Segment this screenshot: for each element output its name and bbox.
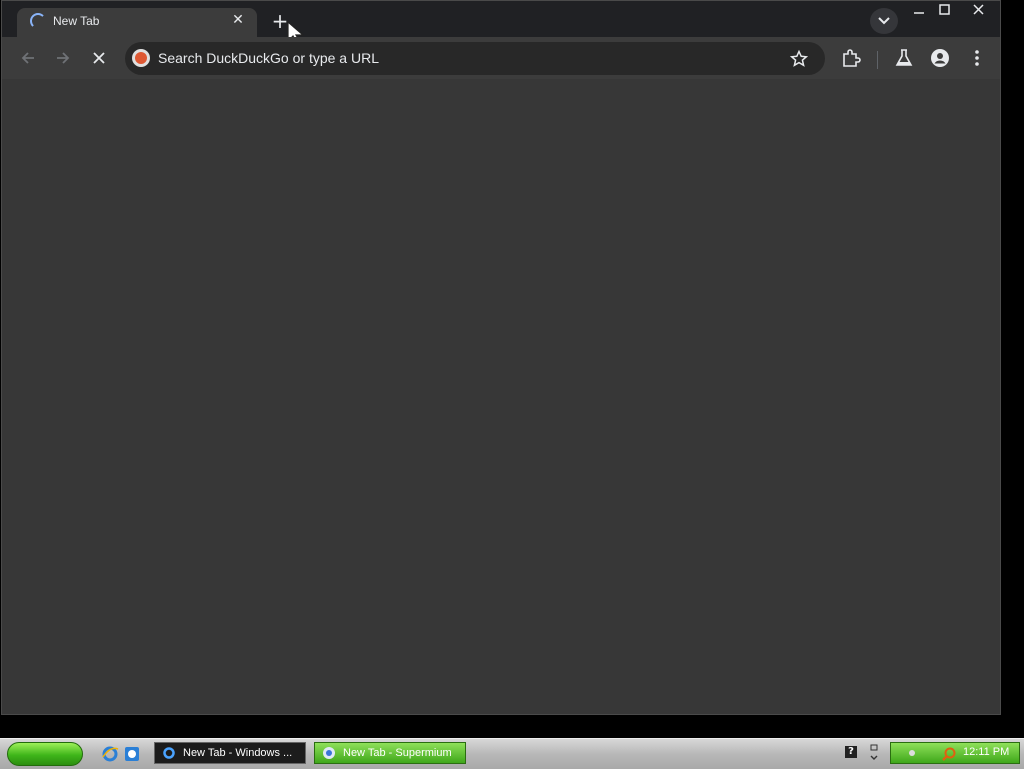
start-button[interactable] (7, 742, 83, 766)
duckduckgo-icon (132, 49, 150, 67)
toolbar: Search DuckDuckGo or type a URL (2, 37, 1000, 79)
arrow-left-icon (21, 52, 34, 64)
omnibox-placeholder: Search DuckDuckGo or type a URL (158, 50, 379, 66)
help-icon[interactable]: ? (845, 746, 857, 758)
flask-icon (895, 49, 913, 66)
taskbar: New Tab - Windows ... New Tab - Supermiu… (0, 738, 1024, 769)
arrow-right-icon (57, 52, 70, 64)
bookmark-button[interactable] (789, 49, 809, 69)
task-label: New Tab - Windows ... (183, 747, 293, 759)
close-window-button[interactable] (958, 1, 1000, 19)
clock: 12:11 PM (963, 746, 1010, 758)
task-label: New Tab - Supermium (343, 747, 452, 759)
puzzle-icon (843, 49, 861, 67)
kebab-menu-icon (975, 50, 979, 66)
page-content[interactable] (2, 79, 1000, 714)
supermium-icon (323, 747, 335, 759)
title-bar: New Tab ✕ + (2, 1, 1000, 45)
tab-title: New Tab (53, 14, 100, 28)
close-icon[interactable]: ✕ (229, 11, 247, 29)
minimize-button[interactable] (906, 1, 932, 19)
toolbar-divider (877, 51, 878, 69)
browser-window: New Tab ✕ + Search DuckDuckGo or type a … (1, 0, 1001, 715)
back-button[interactable] (15, 45, 41, 71)
forward-button[interactable] (50, 45, 76, 71)
tab-search-button[interactable] (870, 8, 898, 34)
chevron-down-icon (878, 17, 890, 25)
tab-new-tab[interactable]: New Tab ✕ (17, 8, 257, 37)
taskbar-item-ie[interactable]: New Tab - Windows ... (154, 742, 306, 764)
minimize-icon (914, 12, 924, 14)
close-icon (93, 52, 105, 64)
taskbar-item-supermium[interactable]: New Tab - Supermium (314, 742, 466, 764)
maximize-icon (939, 4, 950, 15)
internet-explorer-icon[interactable] (101, 745, 119, 763)
internet-explorer-icon (163, 747, 175, 759)
omnibox[interactable]: Search DuckDuckGo or type a URL (125, 42, 825, 75)
spinner-icon (30, 13, 46, 29)
system-tray: 12:11 PM (890, 742, 1020, 764)
outlook-express-icon[interactable] (123, 745, 141, 763)
tray-toggle-icon[interactable] (868, 743, 880, 763)
network-icon[interactable] (905, 746, 919, 760)
person-icon (931, 49, 949, 67)
extensions-button[interactable] (840, 47, 862, 69)
maximize-button[interactable] (932, 1, 958, 19)
menu-button[interactable] (966, 47, 988, 69)
star-icon (789, 49, 809, 67)
magnifier-icon[interactable] (941, 746, 957, 762)
stop-button[interactable] (86, 45, 112, 71)
profile-button[interactable] (929, 47, 951, 69)
close-icon (973, 4, 984, 15)
labs-button[interactable] (893, 47, 915, 69)
